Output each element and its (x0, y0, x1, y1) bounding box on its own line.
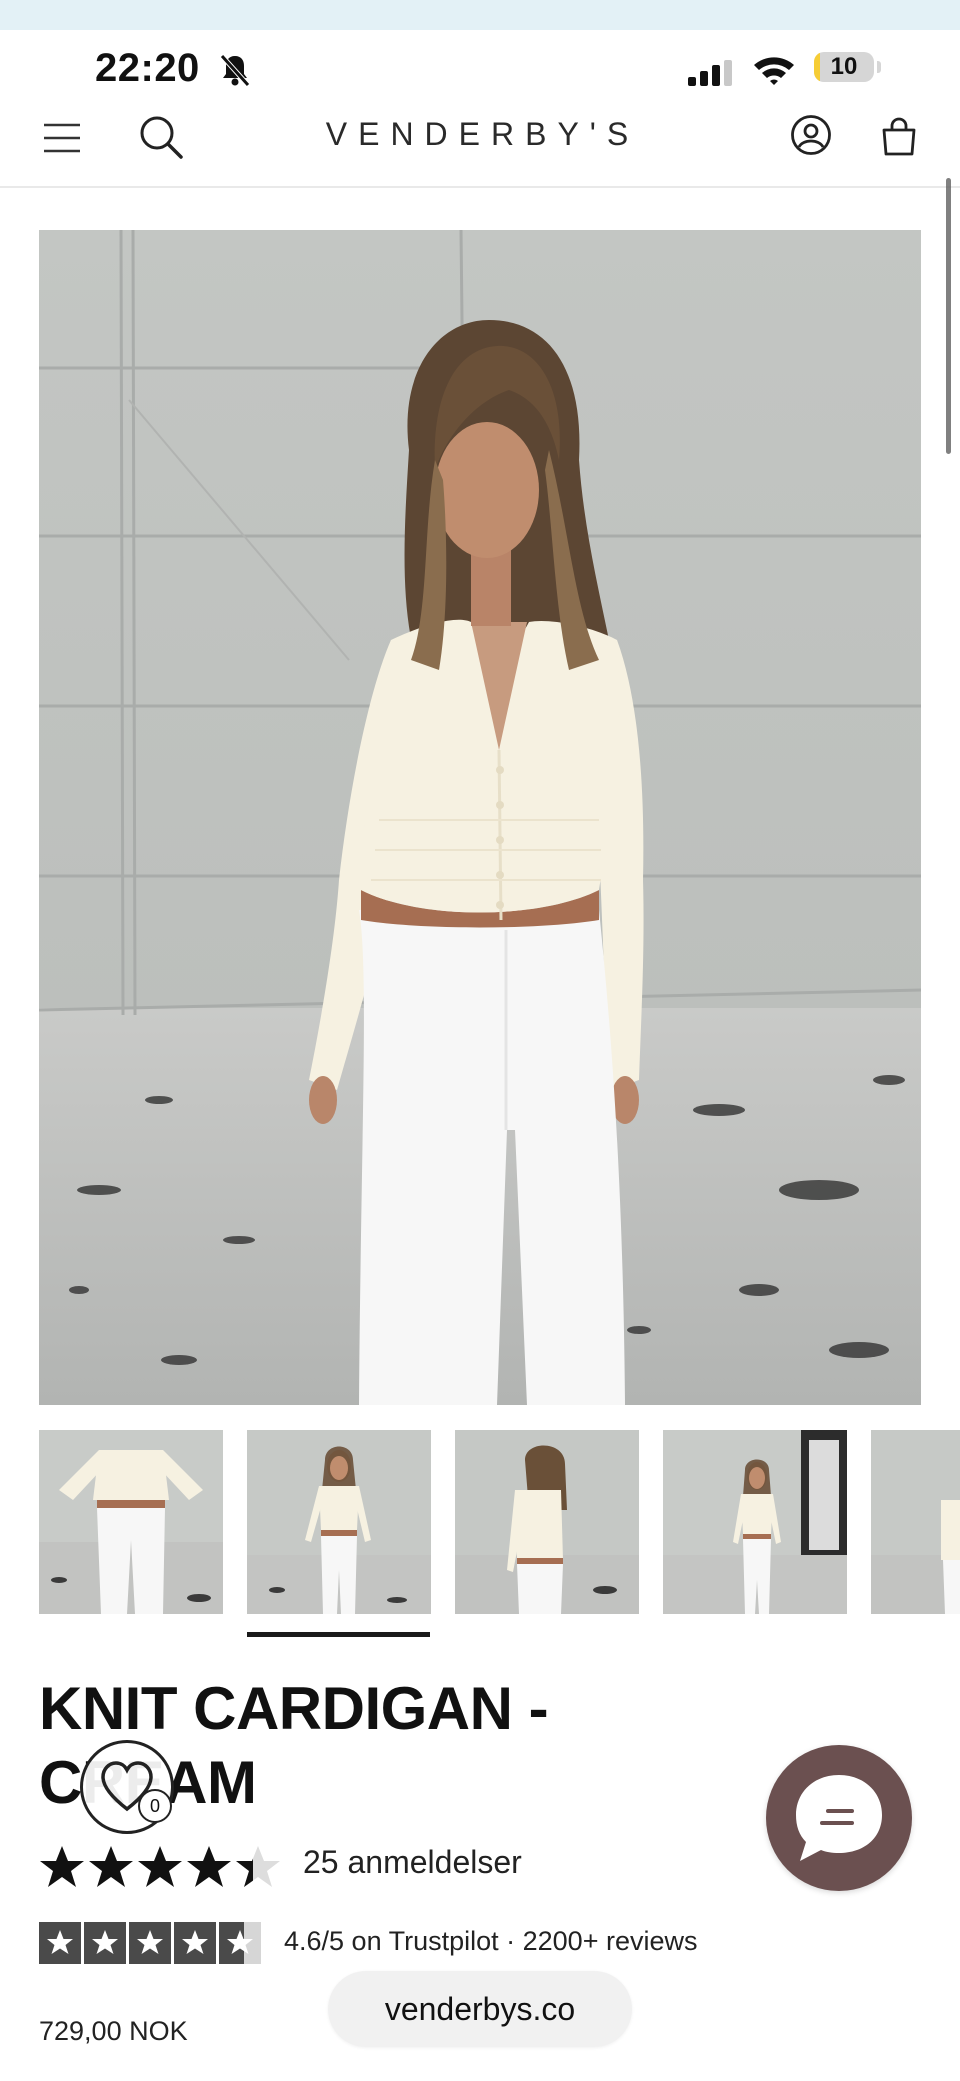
battery-nub (877, 61, 881, 73)
star-icon (84, 1922, 126, 1964)
page-scrollbar[interactable] (946, 178, 951, 454)
star-icon (174, 1922, 216, 1964)
signal-icon (688, 60, 732, 86)
wishlist-count-badge: 0 (138, 1789, 172, 1823)
thumbnail[interactable] (663, 1430, 847, 1614)
battery-level: 10 (830, 53, 858, 80)
star-icon (187, 1846, 231, 1887)
chat-button[interactable] (766, 1745, 912, 1891)
product-main-image[interactable] (39, 230, 921, 1405)
thumbnail[interactable] (247, 1430, 431, 1614)
product-price: 729,00 NOK (39, 2016, 188, 2046)
thumbnail[interactable] (455, 1430, 639, 1614)
star-icon (89, 1846, 133, 1887)
star-icon (39, 1922, 81, 1964)
top-strip (0, 0, 960, 30)
trustpilot-rating-text[interactable]: 4.6/5 on Trustpilot · 2200+ reviews (284, 1926, 697, 1957)
browser-url-bar[interactable]: venderbys.co (328, 1971, 632, 2047)
review-count[interactable]: 25 anmeldelser (303, 1844, 522, 1881)
star-icon (219, 1922, 261, 1964)
thumbnail[interactable] (871, 1430, 960, 1614)
battery-indicator: 10 (814, 52, 874, 82)
star-icon (236, 1846, 280, 1887)
bell-off-icon (220, 54, 250, 87)
star-icon (129, 1922, 171, 1964)
star-icon (40, 1846, 84, 1887)
trustpilot-stars[interactable] (39, 1922, 263, 1964)
star-icon (138, 1846, 182, 1887)
star-rating[interactable] (39, 1844, 289, 1890)
cart-icon[interactable] (880, 116, 918, 156)
thumbnail-strip[interactable] (39, 1430, 960, 1614)
account-icon[interactable] (790, 114, 832, 156)
wifi-icon (754, 57, 794, 85)
thumbnail-active-indicator (247, 1632, 430, 1637)
status-time: 22:20 (95, 46, 200, 90)
chat-icon (796, 1775, 882, 1861)
thumbnail[interactable] (39, 1430, 223, 1614)
site-header: 22:20 10 VENDERBY'S (0, 30, 960, 188)
